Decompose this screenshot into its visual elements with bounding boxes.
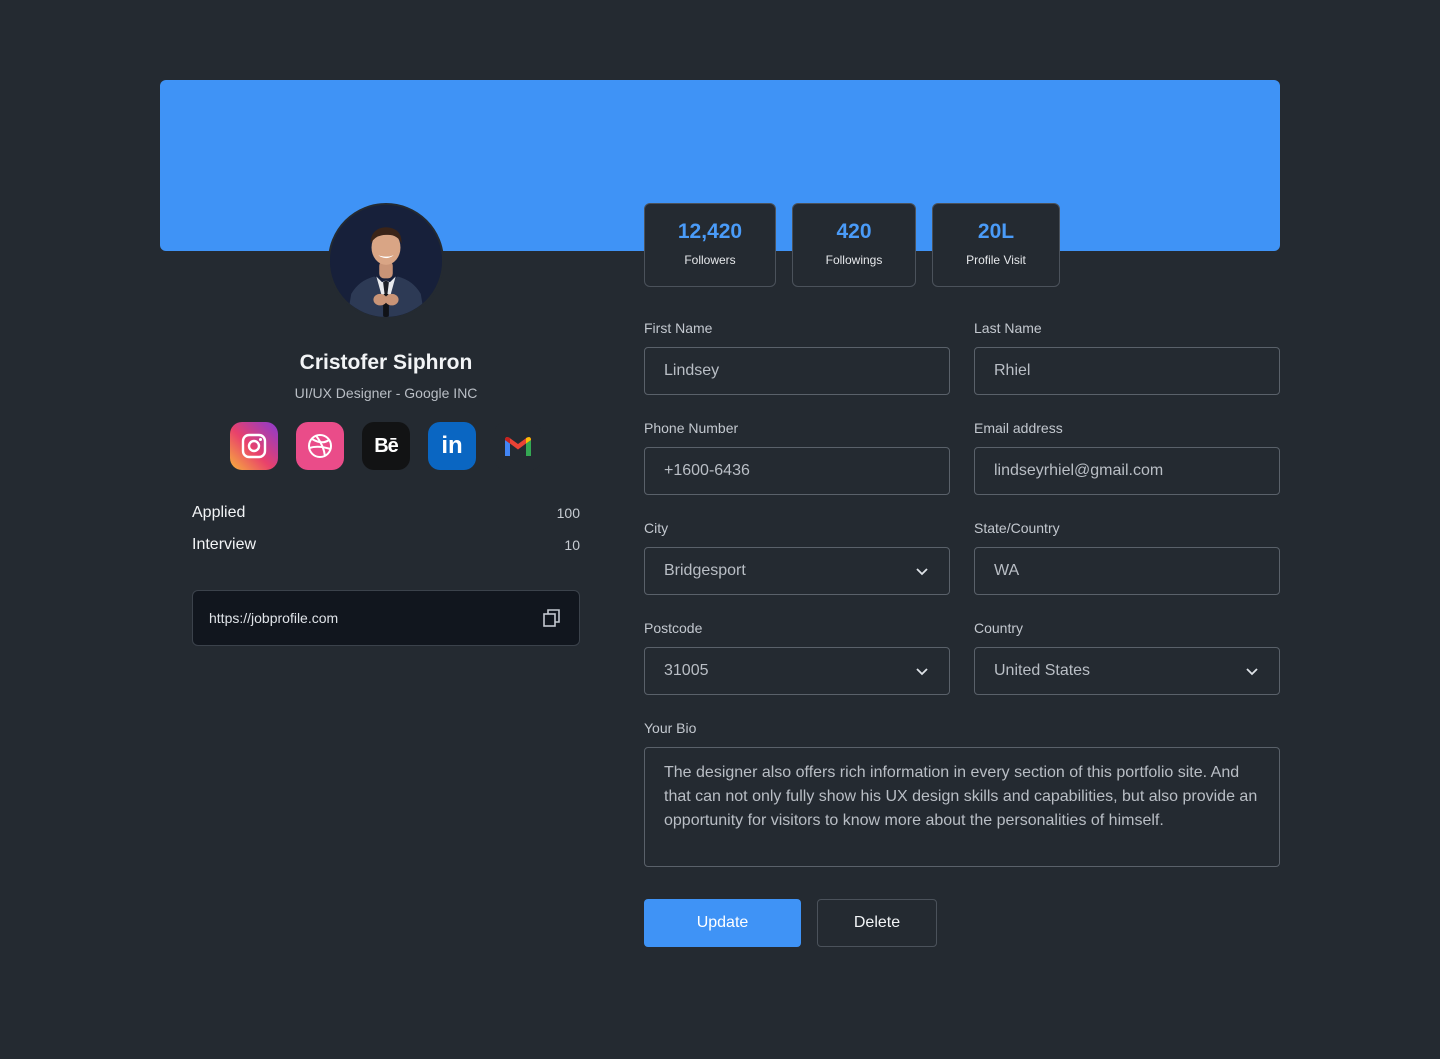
postcode-select[interactable]: 31005	[644, 647, 950, 695]
phone-input[interactable]	[644, 447, 950, 495]
first-name-input[interactable]	[644, 347, 950, 395]
city-value: Bridgesport	[664, 562, 746, 579]
followers-label: Followers	[684, 253, 736, 267]
phone-label: Phone Number	[644, 420, 739, 436]
profile-visit-count: 20L	[977, 220, 1015, 243]
followings-card: 420 Followings	[792, 203, 916, 287]
last-name-input[interactable]	[974, 347, 1280, 395]
profile-visit-label: Profile Visit	[966, 253, 1026, 267]
postcode-value: 31005	[664, 662, 709, 679]
social-links: Bē in	[230, 422, 542, 470]
instagram-button[interactable]	[230, 422, 278, 470]
email-input[interactable]	[974, 447, 1280, 495]
delete-button[interactable]: Delete	[817, 899, 937, 947]
followings-label: Followings	[825, 253, 883, 267]
profile-link[interactable]: https://jobprofile.com	[209, 610, 338, 626]
applied-label: Applied	[192, 504, 246, 521]
instagram-icon	[241, 433, 267, 459]
gmail-icon	[505, 437, 531, 456]
chevron-down-icon	[916, 568, 928, 576]
dribbble-button[interactable]	[296, 422, 344, 470]
country-select[interactable]: United States	[974, 647, 1280, 695]
followers-card: 12,420 Followers	[644, 203, 776, 287]
country-value: United States	[994, 662, 1091, 679]
behance-icon: Bē	[374, 434, 399, 457]
followings-count: 420	[836, 220, 872, 243]
dribbble-icon	[308, 434, 332, 458]
city-label: City	[644, 520, 669, 536]
linkedin-icon: in	[441, 432, 463, 459]
chevron-down-icon	[916, 668, 928, 676]
avatar[interactable]	[328, 203, 444, 319]
applied-value: 100	[556, 505, 580, 521]
country-label: Country	[974, 620, 1024, 636]
update-button[interactable]: Update	[644, 899, 801, 947]
profile-page: Cristofer Siphron UI/UX Designer - Googl…	[0, 0, 1440, 1059]
city-select[interactable]: Bridgesport	[644, 547, 950, 595]
profile-link-box: https://jobprofile.com	[192, 590, 580, 646]
profile-visit-card: 20L Profile Visit	[932, 203, 1060, 287]
profile-role: UI/UX Designer - Google INC	[294, 385, 478, 401]
gmail-button[interactable]	[494, 422, 542, 470]
avatar-image	[330, 205, 442, 317]
email-label: Email address	[974, 420, 1063, 436]
interview-stat: Interview 10	[192, 536, 580, 554]
profile-name: Cristofer Siphron	[299, 351, 473, 374]
chevron-down-icon	[1246, 668, 1258, 676]
state-input[interactable]	[974, 547, 1280, 595]
first-name-label: First Name	[644, 320, 713, 336]
interview-label: Interview	[192, 536, 257, 553]
bio-textarea[interactable]: The designer also offers rich informatio…	[644, 747, 1280, 867]
bio-label: Your Bio	[644, 720, 697, 736]
last-name-label: Last Name	[974, 320, 1042, 336]
linkedin-button[interactable]: in	[428, 422, 476, 470]
postcode-label: Postcode	[644, 620, 703, 636]
followers-count: 12,420	[677, 220, 743, 243]
interview-value: 10	[564, 537, 580, 553]
behance-button[interactable]: Bē	[362, 422, 410, 470]
state-label: State/Country	[974, 520, 1060, 536]
copy-icon[interactable]	[541, 607, 563, 629]
applied-stat: Applied 100	[192, 504, 580, 522]
